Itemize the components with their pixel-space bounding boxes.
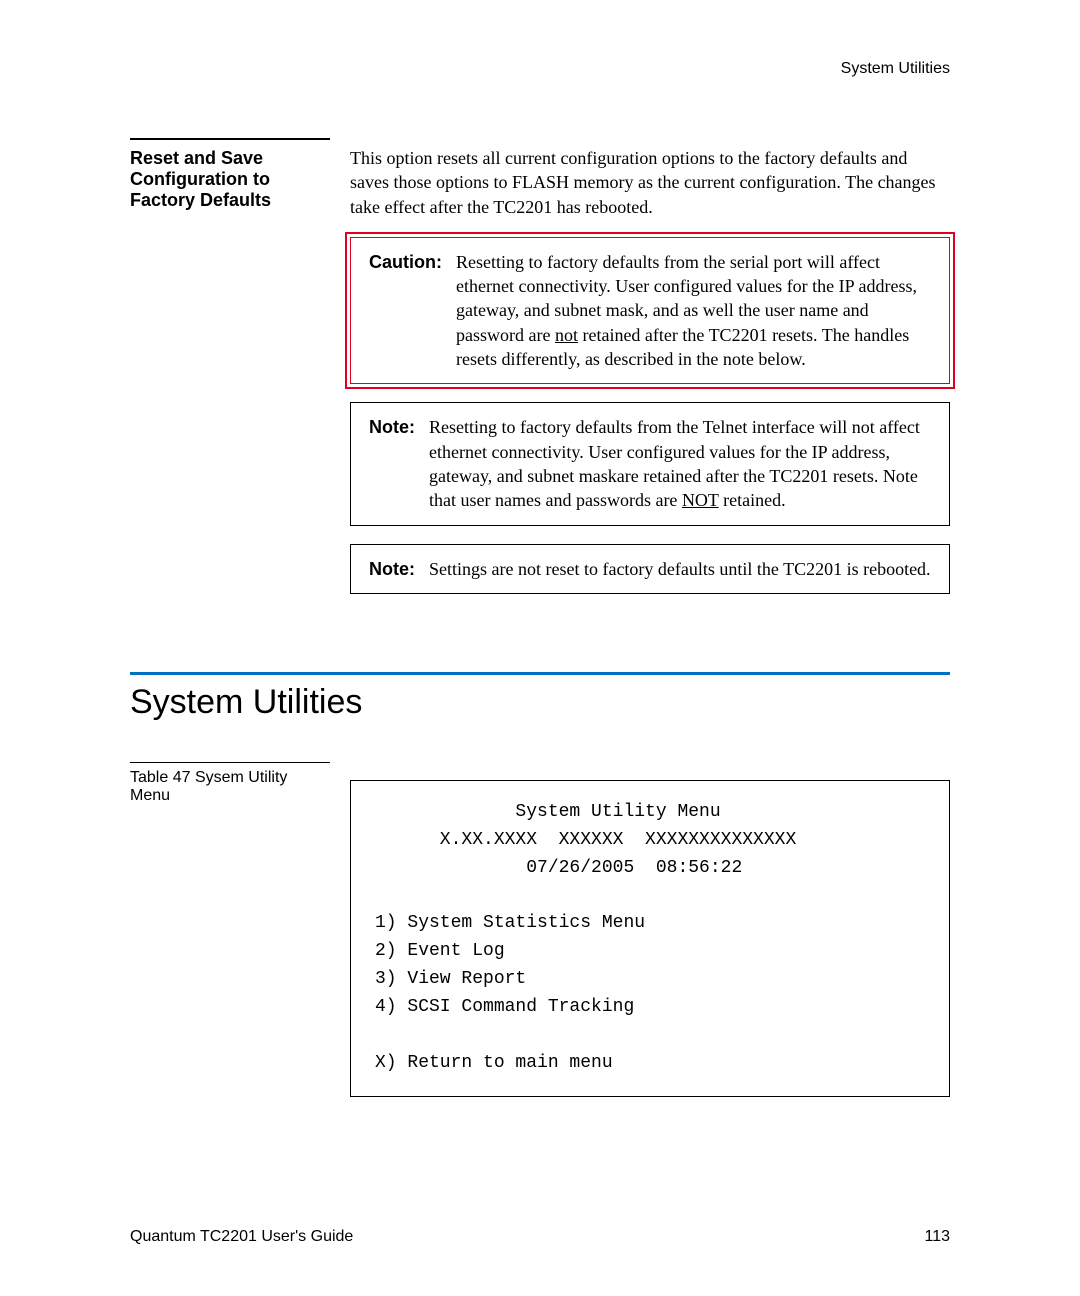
note2-text: Settings are not reset to factory defaul… [429, 557, 931, 581]
note2-label: Note: [369, 557, 415, 581]
note1-text: Resetting to factory defaults from the T… [429, 415, 931, 512]
side-heading-reset: Reset and Save Configuration to Factory … [130, 138, 330, 211]
caution-underline: not [555, 325, 578, 345]
note-box-2: Note: Settings are not reset to factory … [350, 544, 950, 594]
menu-box: System Utility Menu X.XX.XXXX XXXXXX XXX… [350, 780, 950, 1097]
footer-left: Quantum TC2201 User's Guide [130, 1228, 353, 1246]
running-header: System Utilities [130, 60, 950, 78]
note-box-1: Note: Resetting to factory defaults from… [350, 402, 950, 525]
table-caption: Table 47 Sysem Utility Menu [130, 762, 330, 805]
note1-pre: Resetting to factory defaults from the T… [429, 417, 920, 510]
footer: Quantum TC2201 User's Guide 113 [130, 1228, 950, 1246]
reset-body-text: This option resets all current configura… [350, 138, 950, 219]
footer-page-number: 113 [924, 1228, 950, 1246]
caution-box: Caution: Resetting to factory defaults f… [350, 237, 950, 384]
reset-section: Reset and Save Configuration to Factory … [130, 138, 950, 612]
main-heading: System Utilities [130, 672, 950, 722]
caution-text: Resetting to factory defaults from the s… [456, 250, 931, 371]
reset-body-column: This option resets all current configura… [350, 138, 950, 612]
note1-post: retained. [719, 490, 786, 510]
note1-underline: NOT [682, 490, 719, 510]
table-section: Table 47 Sysem Utility Menu System Utili… [130, 762, 950, 1097]
caution-label: Caution: [369, 250, 442, 274]
note1-label: Note: [369, 415, 415, 439]
